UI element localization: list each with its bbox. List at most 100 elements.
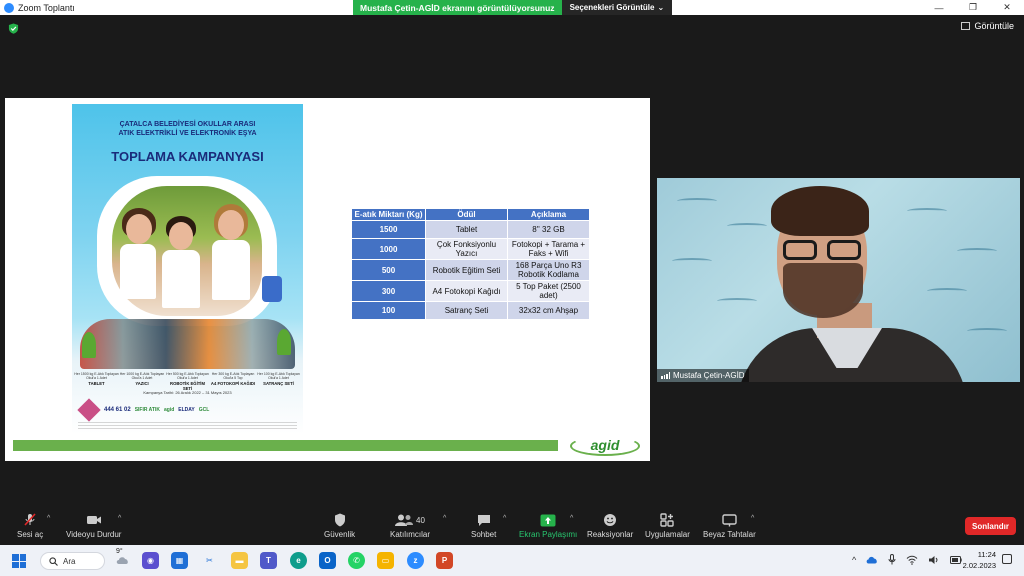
sponsor-logo: SIFIR ATIK [134,407,160,413]
share-banner: Mustafa Çetin-AGİD ekranını görüntülüyor… [353,0,673,15]
wallpaper-wave [717,298,757,304]
table-row: 100 Satranç Seti 32x32 cm Ahşap [351,301,590,320]
zoom-window: Zoom Toplantı Mustafa Çetin-AGİD ekranın… [0,0,1024,576]
table-cell-award: Tablet [425,220,508,239]
table-cell-kg: 100 [351,301,426,320]
minimize-button[interactable]: — [922,0,956,15]
whiteboards-button[interactable]: Beyaz Tahtalar [703,513,756,539]
wallpaper-wave [927,288,967,294]
security-button[interactable]: Güvenlik [324,513,355,539]
unmute-button[interactable]: Sesi aç [17,513,43,539]
poster-sponsors: 444 61 02 SIFIR ATIK agid ELDAY GCL [77,398,297,422]
stop-video-button[interactable]: Videoyu Durdur [66,513,121,539]
prize-desc: Her 300 kg E-Atık Toplayan Okul'a 5 Top [211,372,255,380]
chat-options-caret[interactable]: ^ [503,515,506,522]
encryption-shield-icon[interactable] [8,23,19,34]
zoom-app-icon[interactable]: z [407,552,424,569]
reactions-button[interactable]: Reaksiyonlar [587,513,633,539]
end-meeting-button[interactable]: Sonlandır [965,517,1016,535]
microphone-icon[interactable] [888,554,896,565]
participant-video[interactable]: Mustafa Çetin-AGİD [657,178,1020,382]
kid-shirt-right [212,240,250,300]
prize-desc: Her 1000 kg E-Atık Toplayan Okul'a 1 Ade… [119,372,165,380]
participants-options-caret[interactable]: ^ [443,515,446,522]
file-explorer-icon[interactable]: ▬ [231,552,248,569]
powerpoint-app-icon[interactable]: P [436,552,453,569]
table-cell-kg: 1000 [351,238,426,260]
folder-app-icon[interactable]: ▭ [377,552,394,569]
wallpaper-wave [957,248,997,254]
table-cell-kg: 300 [351,280,426,302]
view-options-label: Seçenekleri Görüntüle [569,3,655,12]
gallery-view-button[interactable]: Görüntüle [961,21,1014,31]
view-options-button[interactable]: Seçenekleri Görüntüle ⌄ [561,0,673,15]
windows-start-icon[interactable] [12,554,26,568]
volume-icon[interactable] [928,555,940,565]
prize-desc: Her 500 kg E-Atık Toplayan Okul'a 1 Adet [166,372,209,380]
cloud-icon [116,557,128,564]
system-tray: ^ [852,554,962,565]
whiteboard-options-caret[interactable]: ^ [751,515,754,522]
table-cell-award: A4 Fotokopi Kağıdı [425,280,508,302]
snipping-tool-icon[interactable]: ✂ [201,552,218,569]
chat-icon [477,513,491,527]
table-header-row: E-atık Miktarı (Kg) Ödül Açıklama [351,208,590,221]
onedrive-cloud-icon[interactable] [866,555,878,564]
close-button[interactable]: ✕ [990,0,1024,15]
whatsapp-app-icon[interactable]: ✆ [348,552,365,569]
video-options-caret[interactable]: ^ [118,515,121,522]
apps-button[interactable]: Uygulamalar [645,513,690,539]
prize-desc: Her 100 kg E-Atık Toplayan Okul'a 1 Adet [257,372,300,380]
view-button-label: Görüntüle [974,21,1014,31]
glasses-lens [783,240,817,260]
kid-face-right [218,210,244,240]
share-screen-button[interactable]: Ekran Paylaşımı [519,513,577,539]
shield-icon [334,513,346,527]
teams-app-icon[interactable]: T [260,552,277,569]
table-cell-kg: 500 [351,259,426,281]
participants-button[interactable]: 40 Katılımcılar [390,513,430,539]
mic-muted-icon [23,513,37,527]
prize-name: A4 FOTOKOPİ KAĞIDI [210,381,256,386]
notification-icon[interactable] [1002,554,1012,564]
table-cell-award: Satranç Seti [425,301,508,320]
person-beard [783,263,863,318]
poster-robot [262,276,282,302]
poster-prize: Her 100 kg E-Atık Toplayan Okul'a 1 Adet… [256,372,301,391]
signal-strength-icon [661,372,670,379]
campaign-poster: ÇATALCA BELEDİYESİ OKULLAR ARASI ATIK EL… [72,104,303,434]
table-cell-kg: 1500 [351,220,426,239]
apps-label: Uygulamalar [645,530,690,539]
meet-app-icon[interactable]: ◉ [142,552,159,569]
agid-logo: agid [570,432,640,458]
table-row: 1000 Çok Fonksiyonlu Yazıcı Fotokopi + T… [351,238,590,260]
poster-title: TOPLAMA KAMPANYASI [111,149,264,164]
edge-browser-icon[interactable]: e [290,552,307,569]
taskbar-search[interactable]: Ara [40,552,105,570]
prize-desc: Her 1500 kg E-Atık Toplayan Okul'a 1 Ade… [74,372,119,380]
poster-prize: Her 1000 kg E-Atık Toplayan Okul'a 1 Ade… [120,372,165,391]
chat-button[interactable]: Sohbet [471,513,496,539]
person-glasses [781,240,867,260]
share-banner-text: Mustafa Çetin-AGİD ekranını görüntülüyor… [353,0,562,15]
person-hair [771,186,869,236]
ewaste-award-table: E-atık Miktarı (Kg) Ödül Açıklama 1500 T… [351,208,590,320]
taskbar-clock[interactable]: 11:24 2.02.2023 [958,549,996,571]
audio-options-caret[interactable]: ^ [47,515,50,522]
kid-shirt-center [162,250,200,308]
store-app-icon[interactable]: ▦ [171,552,188,569]
poster-phone: 444 61 02 [104,407,131,413]
poster-prize: Her 1500 kg E-Atık Toplayan Okul'a 1 Ade… [74,372,119,391]
maximize-button[interactable]: ❐ [956,0,990,15]
share-options-caret[interactable]: ^ [570,515,573,522]
weather-widget[interactable]: 9° [116,548,130,567]
table-header-cell: Ödül [425,208,508,221]
table-row: 300 A4 Fotokopi Kağıdı 5 Top Paket (2500… [351,280,590,302]
poster-fineprint [78,422,297,431]
tray-expand-icon[interactable]: ^ [852,555,856,565]
whiteboard-icon [722,513,737,527]
outlook-app-icon[interactable]: O [319,552,336,569]
unmute-label: Sesi aç [17,530,44,539]
wifi-icon[interactable] [906,555,918,565]
poster-prize-row: Her 1500 kg E-Atık Toplayan Okul'a 1 Ade… [74,372,301,391]
